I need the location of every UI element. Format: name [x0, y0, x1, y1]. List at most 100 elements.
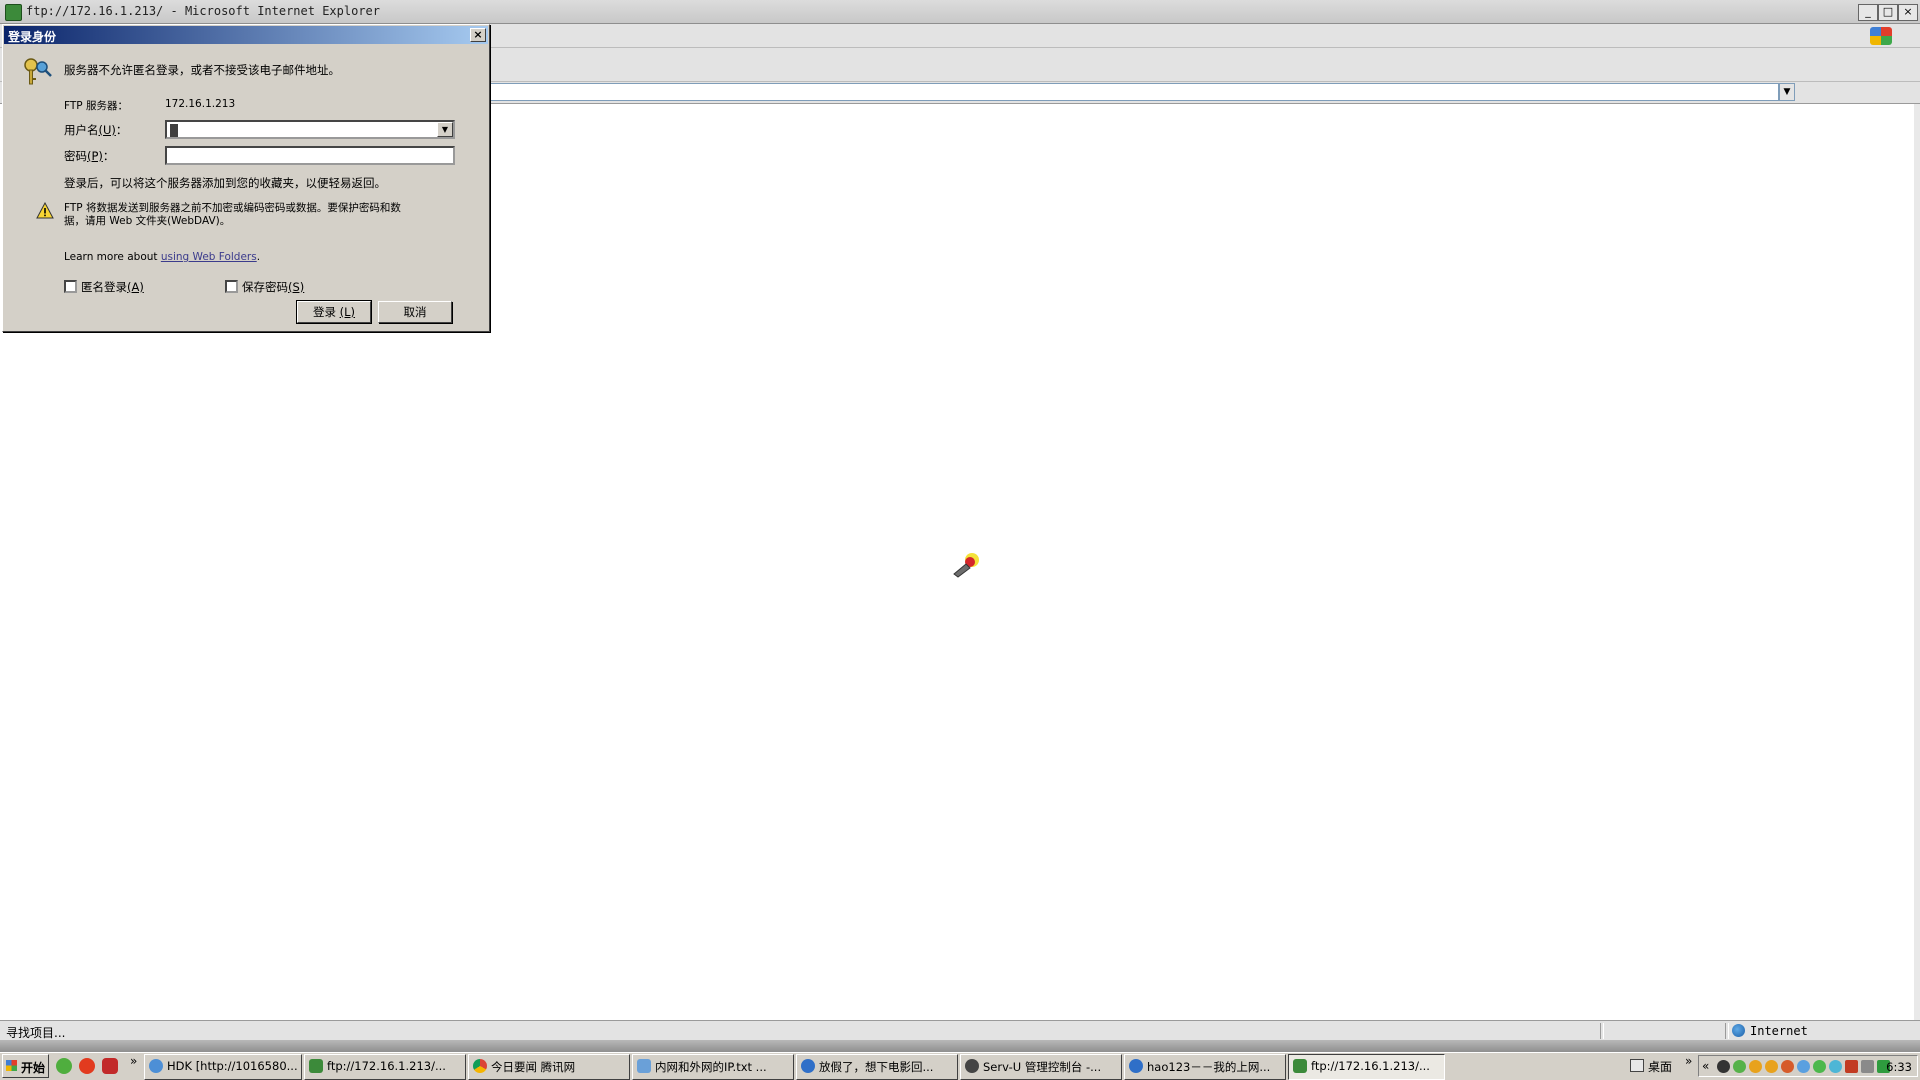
login-button[interactable]: 登录 (L) — [296, 300, 372, 324]
browser-quicklaunch-icon[interactable] — [79, 1058, 95, 1074]
username-field[interactable] — [165, 120, 455, 139]
address-input[interactable] — [487, 83, 1779, 101]
text-caret — [170, 124, 178, 137]
taskbar-button-label: Serv-U 管理控制台 -... — [983, 1060, 1102, 1074]
quicklaunch-chevron-icon[interactable]: » — [130, 1054, 137, 1068]
save-password-mnemonic: (S) — [288, 280, 305, 294]
status-text: 寻找项目... — [6, 1026, 66, 1040]
taskbar-button-label: hao123－－我的上网... — [1147, 1060, 1271, 1074]
username-dropdown-button[interactable]: ▼ — [437, 122, 453, 137]
security-warning-line2: 据，请用 Web 文件夹(WebDAV)。 — [64, 215, 231, 227]
password-field[interactable] — [165, 146, 455, 165]
security-zone: Internet — [1750, 1024, 1808, 1038]
anonymous-login-label[interactable]: 匿名登录(A) — [81, 279, 144, 295]
taskbar-button-label: 放假了，想下电影回... — [819, 1060, 934, 1074]
taskbar-button-notepad[interactable]: 内网和外网的IP.txt ... — [632, 1054, 794, 1080]
qq-tray-icon-3[interactable] — [1781, 1060, 1794, 1073]
desktop-strip — [0, 1040, 1920, 1052]
learn-more-text: Learn more about using Web Folders. — [64, 251, 260, 263]
dialog-close-button[interactable]: × — [470, 28, 486, 42]
antivirus-tray-icon[interactable] — [1813, 1060, 1826, 1073]
taskbar-button-servu[interactable]: Serv-U 管理控制台 -... — [960, 1054, 1122, 1080]
status-divider — [1600, 1023, 1604, 1039]
taskbar-button-label: HDK [http://1016580... — [167, 1059, 298, 1073]
status-tray-icon[interactable] — [1829, 1060, 1842, 1073]
desktop-toolbar-label[interactable]: 桌面 — [1648, 1058, 1672, 1075]
taskbar-button-label: 内网和外网的IP.txt ... — [655, 1060, 767, 1074]
qq-tray-icon[interactable] — [1749, 1060, 1762, 1073]
taskbar-button-ftp-active[interactable]: ftp://172.16.1.213/... — [1288, 1054, 1445, 1080]
taskbar-button-label: 今日要闻 腾讯网 — [491, 1060, 576, 1074]
start-button[interactable]: 开始 — [2, 1054, 49, 1078]
close-window-button[interactable]: × — [1898, 4, 1918, 21]
internet-globe-icon — [1732, 1024, 1745, 1037]
app-tray-icon[interactable] — [1845, 1060, 1858, 1073]
windows-logo-icon — [1870, 27, 1892, 45]
anonymous-login-checkbox[interactable] — [64, 280, 77, 293]
qq-icon — [149, 1059, 163, 1073]
app-quicklaunch-icon[interactable] — [102, 1058, 118, 1074]
busy-cursor-icon — [953, 553, 979, 578]
taskbar-button-label: ftp://172.16.1.213/... — [1311, 1059, 1430, 1073]
qq-tray-icon-2[interactable] — [1765, 1060, 1778, 1073]
ie-folder-icon — [309, 1059, 323, 1073]
window-title: ftp://172.16.1.213/ - Microsoft Internet… — [26, 4, 381, 18]
password-label: 密码(P)： — [64, 148, 114, 164]
save-password-checkbox[interactable] — [225, 280, 238, 293]
ie-icon — [801, 1059, 815, 1073]
save-password-label[interactable]: 保存密码(S) — [242, 279, 304, 295]
taskbar-button-news[interactable]: 今日要闻 腾讯网 — [468, 1054, 630, 1080]
learn-more-prefix: Learn more about — [64, 251, 161, 263]
cancel-button[interactable]: 取消 — [378, 301, 452, 323]
ie-folder-icon — [1293, 1059, 1307, 1073]
system-tray: « 6:33 — [1698, 1055, 1918, 1077]
username-label-suffix: ： — [115, 123, 128, 137]
servu-icon — [965, 1059, 979, 1073]
password-label-suffix: ： — [102, 149, 115, 163]
status-divider — [1725, 1023, 1729, 1039]
notepad-icon — [637, 1059, 651, 1073]
dialog-title-bar: 登录身份 — [4, 26, 488, 44]
show-desktop-icon[interactable] — [56, 1058, 72, 1074]
desktop-toolbar-icon[interactable] — [1630, 1059, 1644, 1072]
clock[interactable]: 6:33 — [1886, 1060, 1912, 1074]
vertical-scrollbar[interactable] — [1914, 104, 1920, 1020]
network-tray-icon[interactable] — [1733, 1060, 1746, 1073]
username-label: 用户名(U)： — [64, 122, 127, 138]
taskbar-button-hao123[interactable]: hao123－－我的上网... — [1124, 1054, 1286, 1080]
web-folders-link[interactable]: using Web Folders — [161, 251, 257, 263]
anonymous-mnemonic: (A) — [127, 280, 144, 294]
username-mnemonic: (U) — [98, 123, 116, 137]
password-mnemonic: (P) — [87, 149, 103, 163]
tray-expand-icon[interactable]: « — [1702, 1059, 1709, 1073]
dialog-title: 登录身份 — [8, 30, 57, 44]
ftp-server-label: FTP 服务器： — [64, 100, 128, 112]
learn-more-suffix: . — [256, 251, 261, 263]
im-tray-icon[interactable] — [1797, 1060, 1810, 1073]
login-mnemonic: (L) — [339, 305, 356, 319]
address-dropdown-button[interactable]: ▼ — [1779, 83, 1795, 101]
keys-icon — [24, 58, 52, 85]
windows-flag-icon — [6, 1060, 17, 1071]
desktop-chevron-icon[interactable]: » — [1685, 1054, 1692, 1068]
login-message: 服务器不允许匿名登录，或者不接受该电子邮件地址。 — [64, 63, 340, 77]
servu-tray-icon[interactable] — [1717, 1060, 1730, 1073]
volume-tray-icon[interactable] — [1861, 1060, 1874, 1073]
ftp-server-value: 172.16.1.213 — [165, 98, 236, 110]
maximize-button[interactable]: □ — [1878, 4, 1898, 21]
taskbar-button-label: ftp://172.16.1.213/... — [327, 1059, 446, 1073]
minimize-button[interactable]: _ — [1858, 4, 1878, 21]
save-password-text: 保存密码 — [242, 280, 288, 294]
chrome-icon — [473, 1059, 487, 1073]
taskbar-button-hdk[interactable]: HDK [http://1016580... — [144, 1054, 302, 1080]
username-label-text: 用户名 — [64, 123, 99, 137]
taskbar-button-ftp-1[interactable]: ftp://172.16.1.213/... — [304, 1054, 466, 1080]
anonymous-login-text: 匿名登录 — [81, 280, 127, 294]
ie-app-icon — [5, 4, 22, 21]
password-label-text: 密码 — [64, 149, 87, 163]
status-bar: 寻找项目... Internet — [0, 1020, 1920, 1040]
taskbar-button-movie[interactable]: 放假了，想下电影回... — [796, 1054, 958, 1080]
ie-title-bar: ftp://172.16.1.213/ - Microsoft Internet… — [0, 0, 1920, 24]
start-label: 开始 — [21, 1061, 46, 1075]
login-button-text: 登录 — [312, 305, 336, 319]
